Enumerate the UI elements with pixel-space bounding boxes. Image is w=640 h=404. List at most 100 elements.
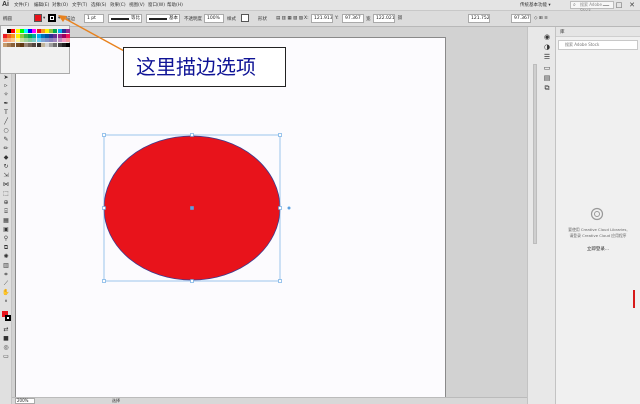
menu-help[interactable]: 帮助(H): [167, 2, 183, 8]
slice-tool-icon[interactable]: ⟋: [2, 280, 10, 287]
opacity-field[interactable]: 100%: [204, 14, 224, 23]
align-icons[interactable]: ▤ ▥ ▦ ▧ ▨: [276, 16, 303, 21]
menu-window[interactable]: 窗口(W): [148, 2, 165, 8]
mesh-tool-icon[interactable]: ▦: [2, 217, 10, 224]
ellipse-tool-icon[interactable]: ○: [2, 127, 10, 134]
libraries-search-input[interactable]: 搜索 Adobe Stock: [558, 40, 638, 50]
link-proportions-icon[interactable]: ⛓: [397, 16, 403, 21]
line-tool-icon[interactable]: ╱: [2, 118, 10, 125]
resize-handle[interactable]: [102, 279, 106, 283]
menu-effect[interactable]: 效果(C): [110, 2, 126, 8]
y-field[interactable]: 97.367: [342, 14, 364, 23]
free-transform-icon[interactable]: ⬚: [2, 190, 10, 197]
style-label: 样式: [227, 17, 236, 22]
graphic-style-swatch[interactable]: [241, 14, 249, 22]
perspective-grid-icon[interactable]: ⌸: [2, 208, 10, 215]
maximize-button[interactable]: □: [613, 1, 625, 10]
menu-view[interactable]: 视图(V): [129, 2, 145, 8]
collapsed-panel-scrollbar[interactable]: [532, 36, 538, 396]
menu-select[interactable]: 选择(S): [91, 2, 106, 8]
brush-preview-icon: [149, 18, 167, 20]
resize-handle[interactable]: [102, 206, 106, 210]
callout-arrow: [58, 15, 127, 53]
libraries-panel-title: 库: [560, 30, 565, 35]
artboards-panel-icon[interactable]: ▭: [542, 64, 552, 72]
paintbrush-tool-icon[interactable]: ✎: [2, 136, 10, 143]
resize-handle[interactable]: [278, 206, 282, 210]
cc-message-line2: 请登录 Creative Cloud 应用程序: [569, 233, 627, 238]
transform-icons[interactable]: ◇ ⊞ ≡: [534, 16, 548, 21]
resize-handle[interactable]: [278, 133, 282, 137]
stroke-color-swatch[interactable]: [48, 14, 56, 22]
creative-cloud-icon: [590, 207, 604, 221]
selection-tool-icon[interactable]: ➤: [2, 74, 10, 81]
workspace-switcher[interactable]: 传统基本功能 ▾: [520, 2, 551, 8]
rotate-tool-icon[interactable]: ↻: [2, 163, 10, 170]
current-tool-label: 选择: [112, 398, 120, 403]
resize-handle[interactable]: [102, 133, 106, 137]
resize-handle[interactable]: [278, 279, 282, 283]
resize-handle[interactable]: [190, 279, 194, 283]
w-field[interactable]: 122.021: [373, 14, 395, 23]
menu-edit[interactable]: 编辑(E): [34, 2, 49, 8]
fill-dropdown-icon[interactable]: ▾: [43, 16, 45, 21]
center-point[interactable]: [190, 206, 194, 210]
resize-handle[interactable]: [190, 133, 194, 137]
search-icon: ⌕: [573, 2, 576, 8]
app-logo: Ai: [2, 1, 9, 8]
live-corner-widget[interactable]: [287, 206, 291, 210]
opacity-label: 不透明度: [184, 17, 202, 22]
draw-mode-icon[interactable]: ◎: [2, 344, 10, 351]
direct-selection-tool-icon[interactable]: ▹: [2, 82, 10, 89]
libraries-panel-icon[interactable]: ▤: [542, 74, 552, 82]
scale-tool-icon[interactable]: ⇲: [2, 172, 10, 179]
magic-wand-icon[interactable]: ✧: [2, 91, 10, 98]
angle-field[interactable]: 97.367: [511, 14, 531, 23]
libraries-panel: 库 搜索 Adobe Stock 要使用 Creative Cloud Libr…: [556, 27, 640, 404]
brush-definition[interactable]: 基本: [146, 14, 180, 23]
annotation-callout: 这里描边选项: [123, 47, 286, 87]
gradient-tool-icon[interactable]: ▣: [2, 226, 10, 233]
y-label: Y:: [335, 16, 339, 21]
fill-color-swatch[interactable]: [34, 14, 42, 22]
selection-type-label: 椭圆: [3, 17, 12, 22]
x-field[interactable]: 121.913: [311, 14, 333, 23]
libraries-panel-header[interactable]: 库: [556, 27, 640, 37]
w-label: 宽: [366, 17, 371, 22]
stroke-indicator-icon[interactable]: [5, 315, 11, 321]
properties-panel-icon[interactable]: ⧉: [542, 84, 552, 92]
layers-panel-icon[interactable]: ☰: [542, 53, 552, 61]
menu-file[interactable]: 文件(F): [14, 2, 29, 8]
panel-resize-handle[interactable]: [633, 290, 635, 308]
sign-in-link[interactable]: 立即登录...: [560, 246, 636, 252]
minimize-button[interactable]: —: [600, 1, 612, 10]
artwork-layer: [102, 133, 291, 283]
pen-tool-icon[interactable]: ✒: [2, 100, 10, 107]
shape-builder-icon[interactable]: ⊕: [2, 199, 10, 206]
zoom-tool-icon[interactable]: ⚬: [2, 298, 10, 305]
menu-object[interactable]: 对象(O): [52, 2, 68, 8]
zoom-field[interactable]: 200%: [15, 398, 35, 404]
eyedropper-tool-icon[interactable]: ⚲: [2, 235, 10, 242]
shape-label[interactable]: 形状: [258, 16, 267, 22]
swap-colors-icon[interactable]: ⇄: [2, 326, 10, 333]
h-field[interactable]: 121.752: [468, 14, 490, 23]
graph-tool-icon[interactable]: ▥: [2, 262, 10, 269]
width-tool-icon[interactable]: ⋈: [2, 181, 10, 188]
artboard[interactable]: [15, 37, 446, 398]
close-button[interactable]: ✕: [626, 1, 638, 10]
menu-type[interactable]: 文字(T): [72, 2, 87, 8]
symbol-sprayer-icon[interactable]: ✺: [2, 253, 10, 260]
color-guide-icon[interactable]: ◑: [542, 43, 552, 51]
color-mode-icons[interactable]: ■: [2, 335, 10, 342]
color-panel-icon[interactable]: ◉: [542, 33, 552, 41]
brush-label: 基本: [169, 16, 178, 21]
blend-tool-icon[interactable]: ⧉: [2, 244, 10, 251]
pencil-tool-icon[interactable]: ✏: [2, 145, 10, 152]
artboard-tool-icon[interactable]: ⌗: [2, 271, 10, 278]
profile-label: 等比: [131, 16, 140, 21]
eraser-tool-icon[interactable]: ◆: [2, 154, 10, 161]
type-tool-icon[interactable]: T: [2, 109, 10, 116]
screen-mode-icon[interactable]: ▭: [2, 353, 10, 360]
hand-tool-icon[interactable]: ✋: [2, 289, 10, 296]
